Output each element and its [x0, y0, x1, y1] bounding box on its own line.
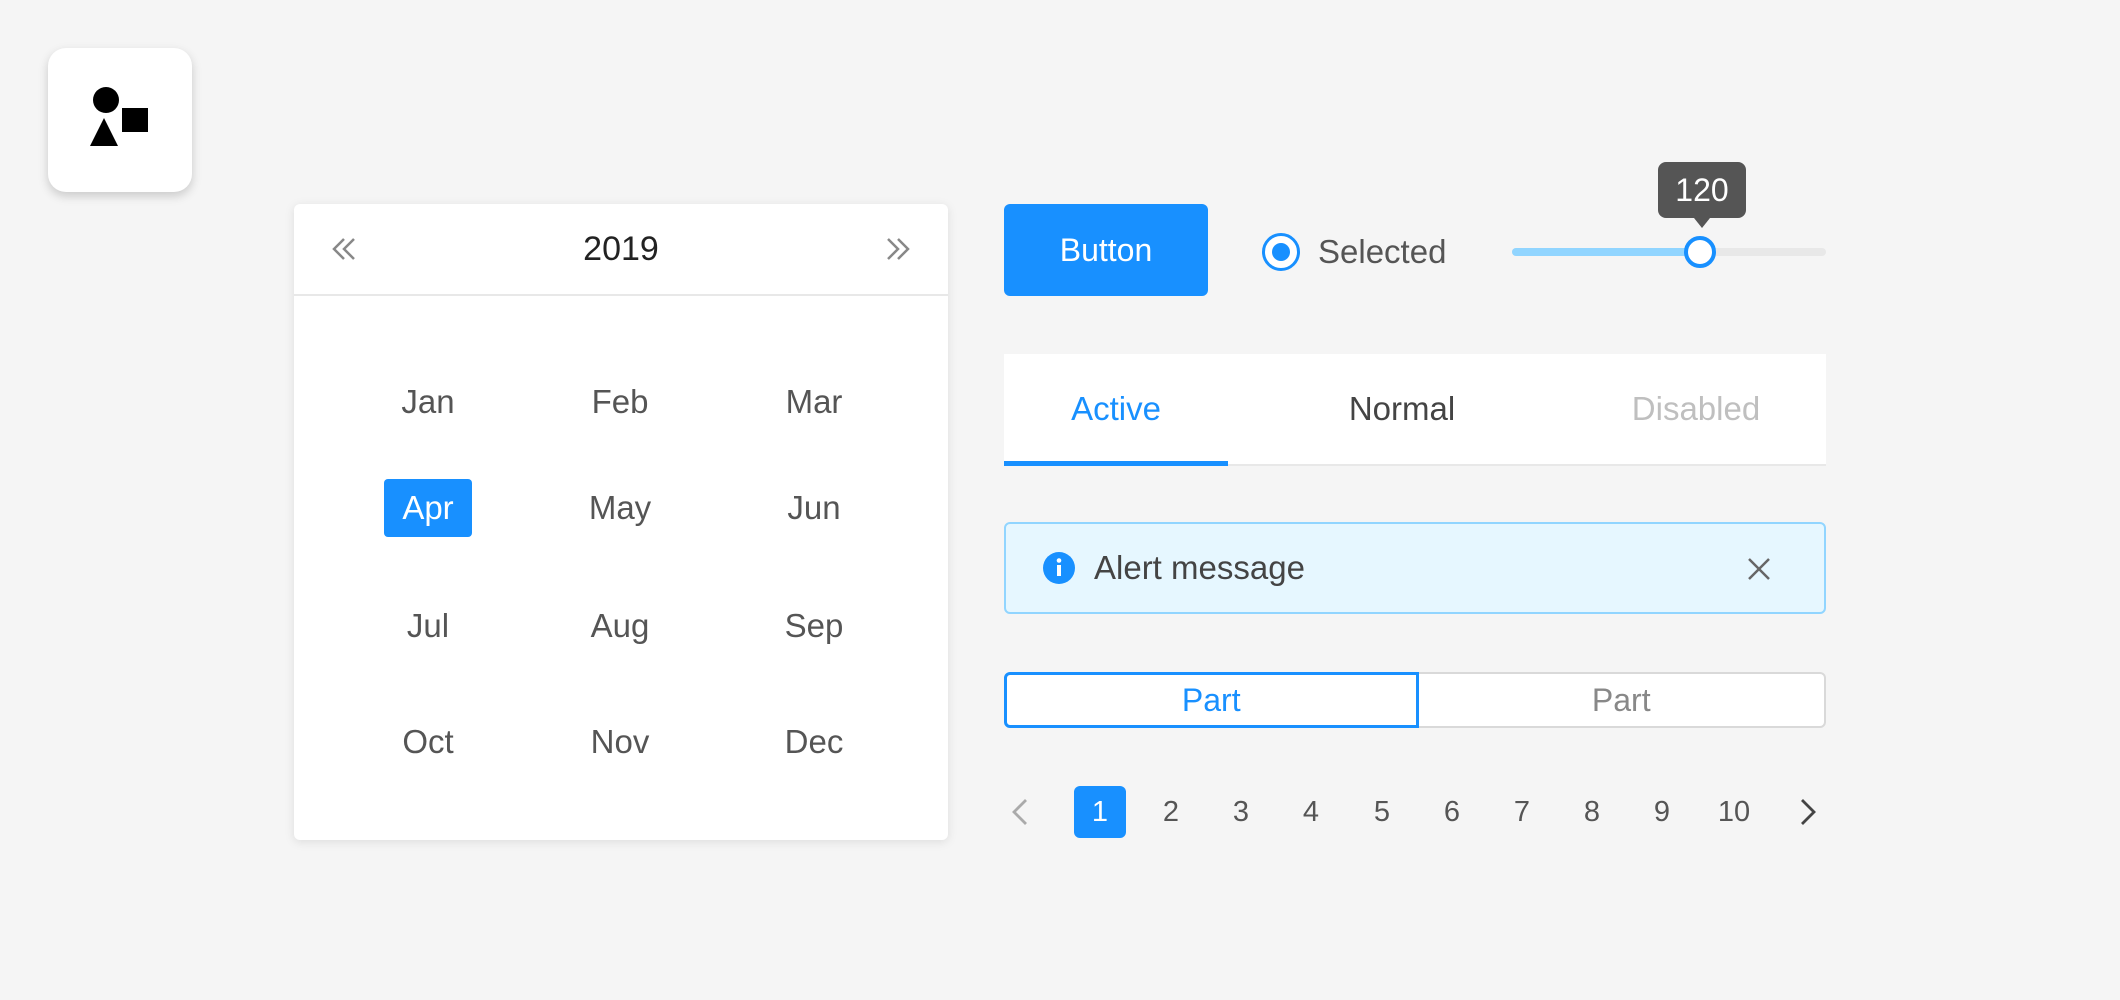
month-cell[interactable]: Nov: [576, 713, 664, 771]
month-cell[interactable]: Aug: [576, 597, 664, 655]
page-8[interactable]: 8: [1566, 786, 1618, 838]
tab-bar: Active Normal Disabled: [1004, 354, 1826, 466]
page-4[interactable]: 4: [1285, 786, 1337, 838]
radio-option[interactable]: Selected: [1262, 232, 1446, 272]
app-logo: [48, 48, 192, 192]
page-9[interactable]: 9: [1636, 786, 1688, 838]
tab-active[interactable]: Active: [1004, 354, 1228, 464]
month-cell-selected[interactable]: Apr: [384, 479, 472, 537]
chevron-left-icon[interactable]: [1004, 796, 1036, 828]
close-icon[interactable]: [1744, 554, 1774, 584]
month-picker: 2019 Jan Feb Mar Apr May Jun Jul Aug Sep…: [294, 204, 948, 840]
page-10[interactable]: 10: [1708, 786, 1760, 838]
month-cell[interactable]: Jul: [384, 597, 472, 655]
month-cell[interactable]: Sep: [770, 597, 858, 655]
year-label[interactable]: 2019: [583, 230, 659, 269]
month-picker-header: 2019: [294, 204, 948, 296]
chevron-right-icon[interactable]: [1792, 796, 1824, 828]
segmented-control: Part Part: [1004, 672, 1826, 728]
segment-inactive[interactable]: Part: [1418, 672, 1826, 728]
component-showcase: 2019 Jan Feb Mar Apr May Jun Jul Aug Sep…: [0, 0, 2120, 1000]
month-cell[interactable]: Oct: [384, 713, 472, 771]
month-cell[interactable]: Mar: [770, 373, 858, 431]
slider-track: [1512, 248, 1700, 256]
info-icon: [1043, 552, 1075, 584]
radio-dot: [1272, 243, 1290, 261]
page-6[interactable]: 6: [1426, 786, 1478, 838]
month-cell[interactable]: Feb: [576, 373, 664, 431]
tab-disabled: Disabled: [1631, 390, 1761, 427]
radio-label: Selected: [1318, 233, 1447, 270]
primary-button[interactable]: Button: [1004, 204, 1208, 296]
info-alert: Alert message: [1004, 522, 1826, 614]
pagination: 1 2 3 4 5 6 7 8 9 10: [1004, 784, 1826, 838]
page-3[interactable]: 3: [1215, 786, 1267, 838]
month-grid: Jan Feb Mar Apr May Jun Jul Aug Sep Oct …: [294, 296, 948, 840]
page-2[interactable]: 2: [1145, 786, 1197, 838]
double-chevron-left-icon[interactable]: [328, 233, 360, 265]
page-5[interactable]: 5: [1356, 786, 1408, 838]
shapes-icon: [90, 87, 148, 146]
slider-tooltip: 120: [1658, 162, 1746, 228]
alert-message: Alert message: [1094, 549, 1305, 586]
segment-active[interactable]: Part: [1004, 672, 1419, 728]
slider-handle[interactable]: [1684, 236, 1716, 268]
page-7[interactable]: 7: [1496, 786, 1548, 838]
month-cell[interactable]: Dec: [770, 713, 858, 771]
slider[interactable]: [1512, 230, 1826, 274]
radio-circle[interactable]: [1262, 233, 1300, 271]
tab-normal[interactable]: Normal: [1280, 354, 1524, 464]
month-cell[interactable]: Jun: [770, 479, 858, 537]
tab-ink-bar: [1004, 461, 1228, 466]
page-1[interactable]: 1: [1074, 786, 1126, 838]
double-chevron-right-icon[interactable]: [882, 233, 914, 265]
month-cell[interactable]: May: [576, 479, 664, 537]
month-cell[interactable]: Jan: [384, 373, 472, 431]
